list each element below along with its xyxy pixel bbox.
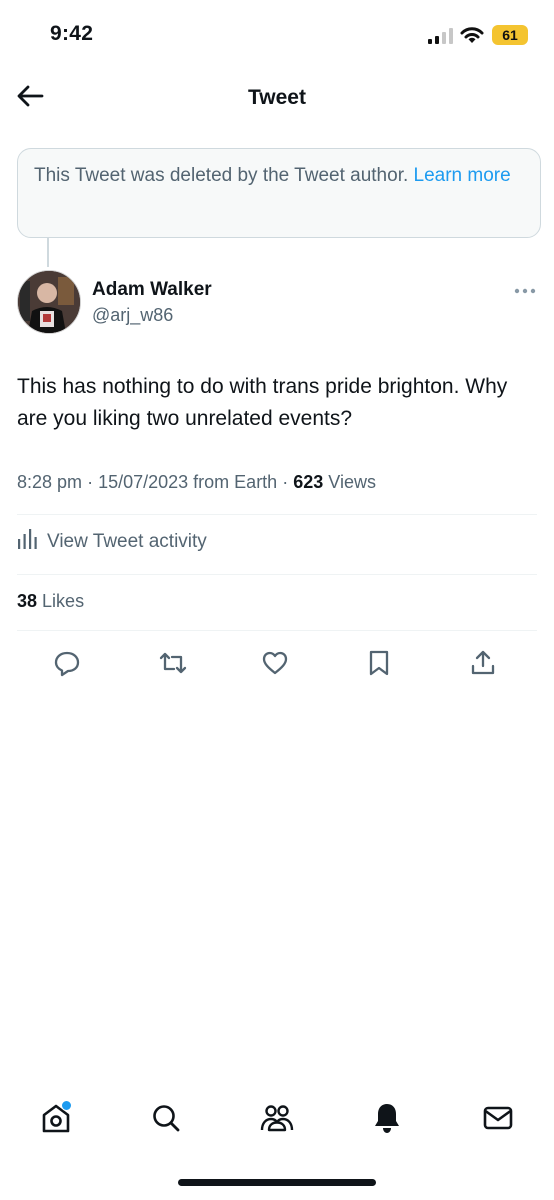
view-tweet-activity-button[interactable]: View Tweet activity bbox=[17, 528, 207, 556]
tweet-text: This has nothing to do with trans pride … bbox=[17, 375, 508, 430]
bookmark-icon[interactable] bbox=[362, 646, 396, 680]
header: Tweet bbox=[0, 70, 554, 128]
likes-label: Likes bbox=[42, 591, 85, 611]
likes-count-link[interactable]: 38 Likes bbox=[17, 591, 84, 612]
author-handle[interactable]: @arj_w86 bbox=[92, 305, 173, 326]
views-count: 623 bbox=[293, 472, 324, 492]
status-bar: 9:42 61 bbox=[0, 0, 554, 70]
share-icon[interactable] bbox=[466, 646, 500, 680]
analytics-icon bbox=[17, 529, 47, 555]
likes-count: 38 bbox=[17, 591, 38, 611]
notifications-icon[interactable] bbox=[369, 1100, 405, 1136]
learn-more-link[interactable]: Learn more bbox=[414, 165, 511, 186]
notification-dot bbox=[61, 1100, 72, 1111]
thread-connector-line bbox=[47, 237, 49, 267]
more-dots-icon bbox=[514, 281, 536, 299]
deleted-tweet-notice: This Tweet was deleted by the Tweet auth… bbox=[17, 148, 541, 238]
cellular-signal-icon bbox=[428, 28, 454, 49]
divider bbox=[17, 514, 537, 515]
views-label: Views bbox=[328, 472, 376, 492]
tweet-meta: 8:28 pm · 15/07/2023 from Earth · 623 Vi… bbox=[17, 472, 376, 493]
tweet-time: 8:28 pm bbox=[17, 472, 83, 492]
home-icon[interactable] bbox=[38, 1100, 74, 1136]
retweet-icon[interactable] bbox=[156, 646, 190, 680]
divider bbox=[17, 630, 537, 631]
wifi-icon bbox=[459, 25, 485, 50]
deleted-notice-text: This Tweet was deleted by the Tweet auth… bbox=[34, 165, 409, 186]
tweet-source: from Earth bbox=[193, 472, 278, 492]
like-icon[interactable] bbox=[258, 646, 292, 680]
communities-icon[interactable] bbox=[259, 1100, 295, 1136]
bottom-navigation bbox=[0, 1090, 554, 1146]
meta-separator: · bbox=[87, 472, 99, 492]
more-options-button[interactable] bbox=[512, 280, 538, 300]
messages-icon[interactable] bbox=[480, 1100, 516, 1136]
home-indicator bbox=[178, 1179, 376, 1186]
search-icon[interactable] bbox=[148, 1100, 184, 1136]
tweet-date: 15/07/2023 bbox=[98, 472, 189, 492]
battery-indicator: 61 bbox=[492, 25, 528, 45]
avatar[interactable] bbox=[17, 270, 81, 334]
meta-separator: · bbox=[282, 472, 294, 492]
divider bbox=[17, 574, 537, 575]
tweet-action-bar bbox=[0, 646, 554, 680]
view-tweet-activity-label: View Tweet activity bbox=[47, 531, 207, 552]
author-name[interactable]: Adam Walker bbox=[92, 279, 212, 301]
status-time: 9:42 bbox=[50, 22, 94, 45]
reply-icon[interactable] bbox=[50, 646, 84, 680]
page-title: Tweet bbox=[248, 86, 306, 109]
